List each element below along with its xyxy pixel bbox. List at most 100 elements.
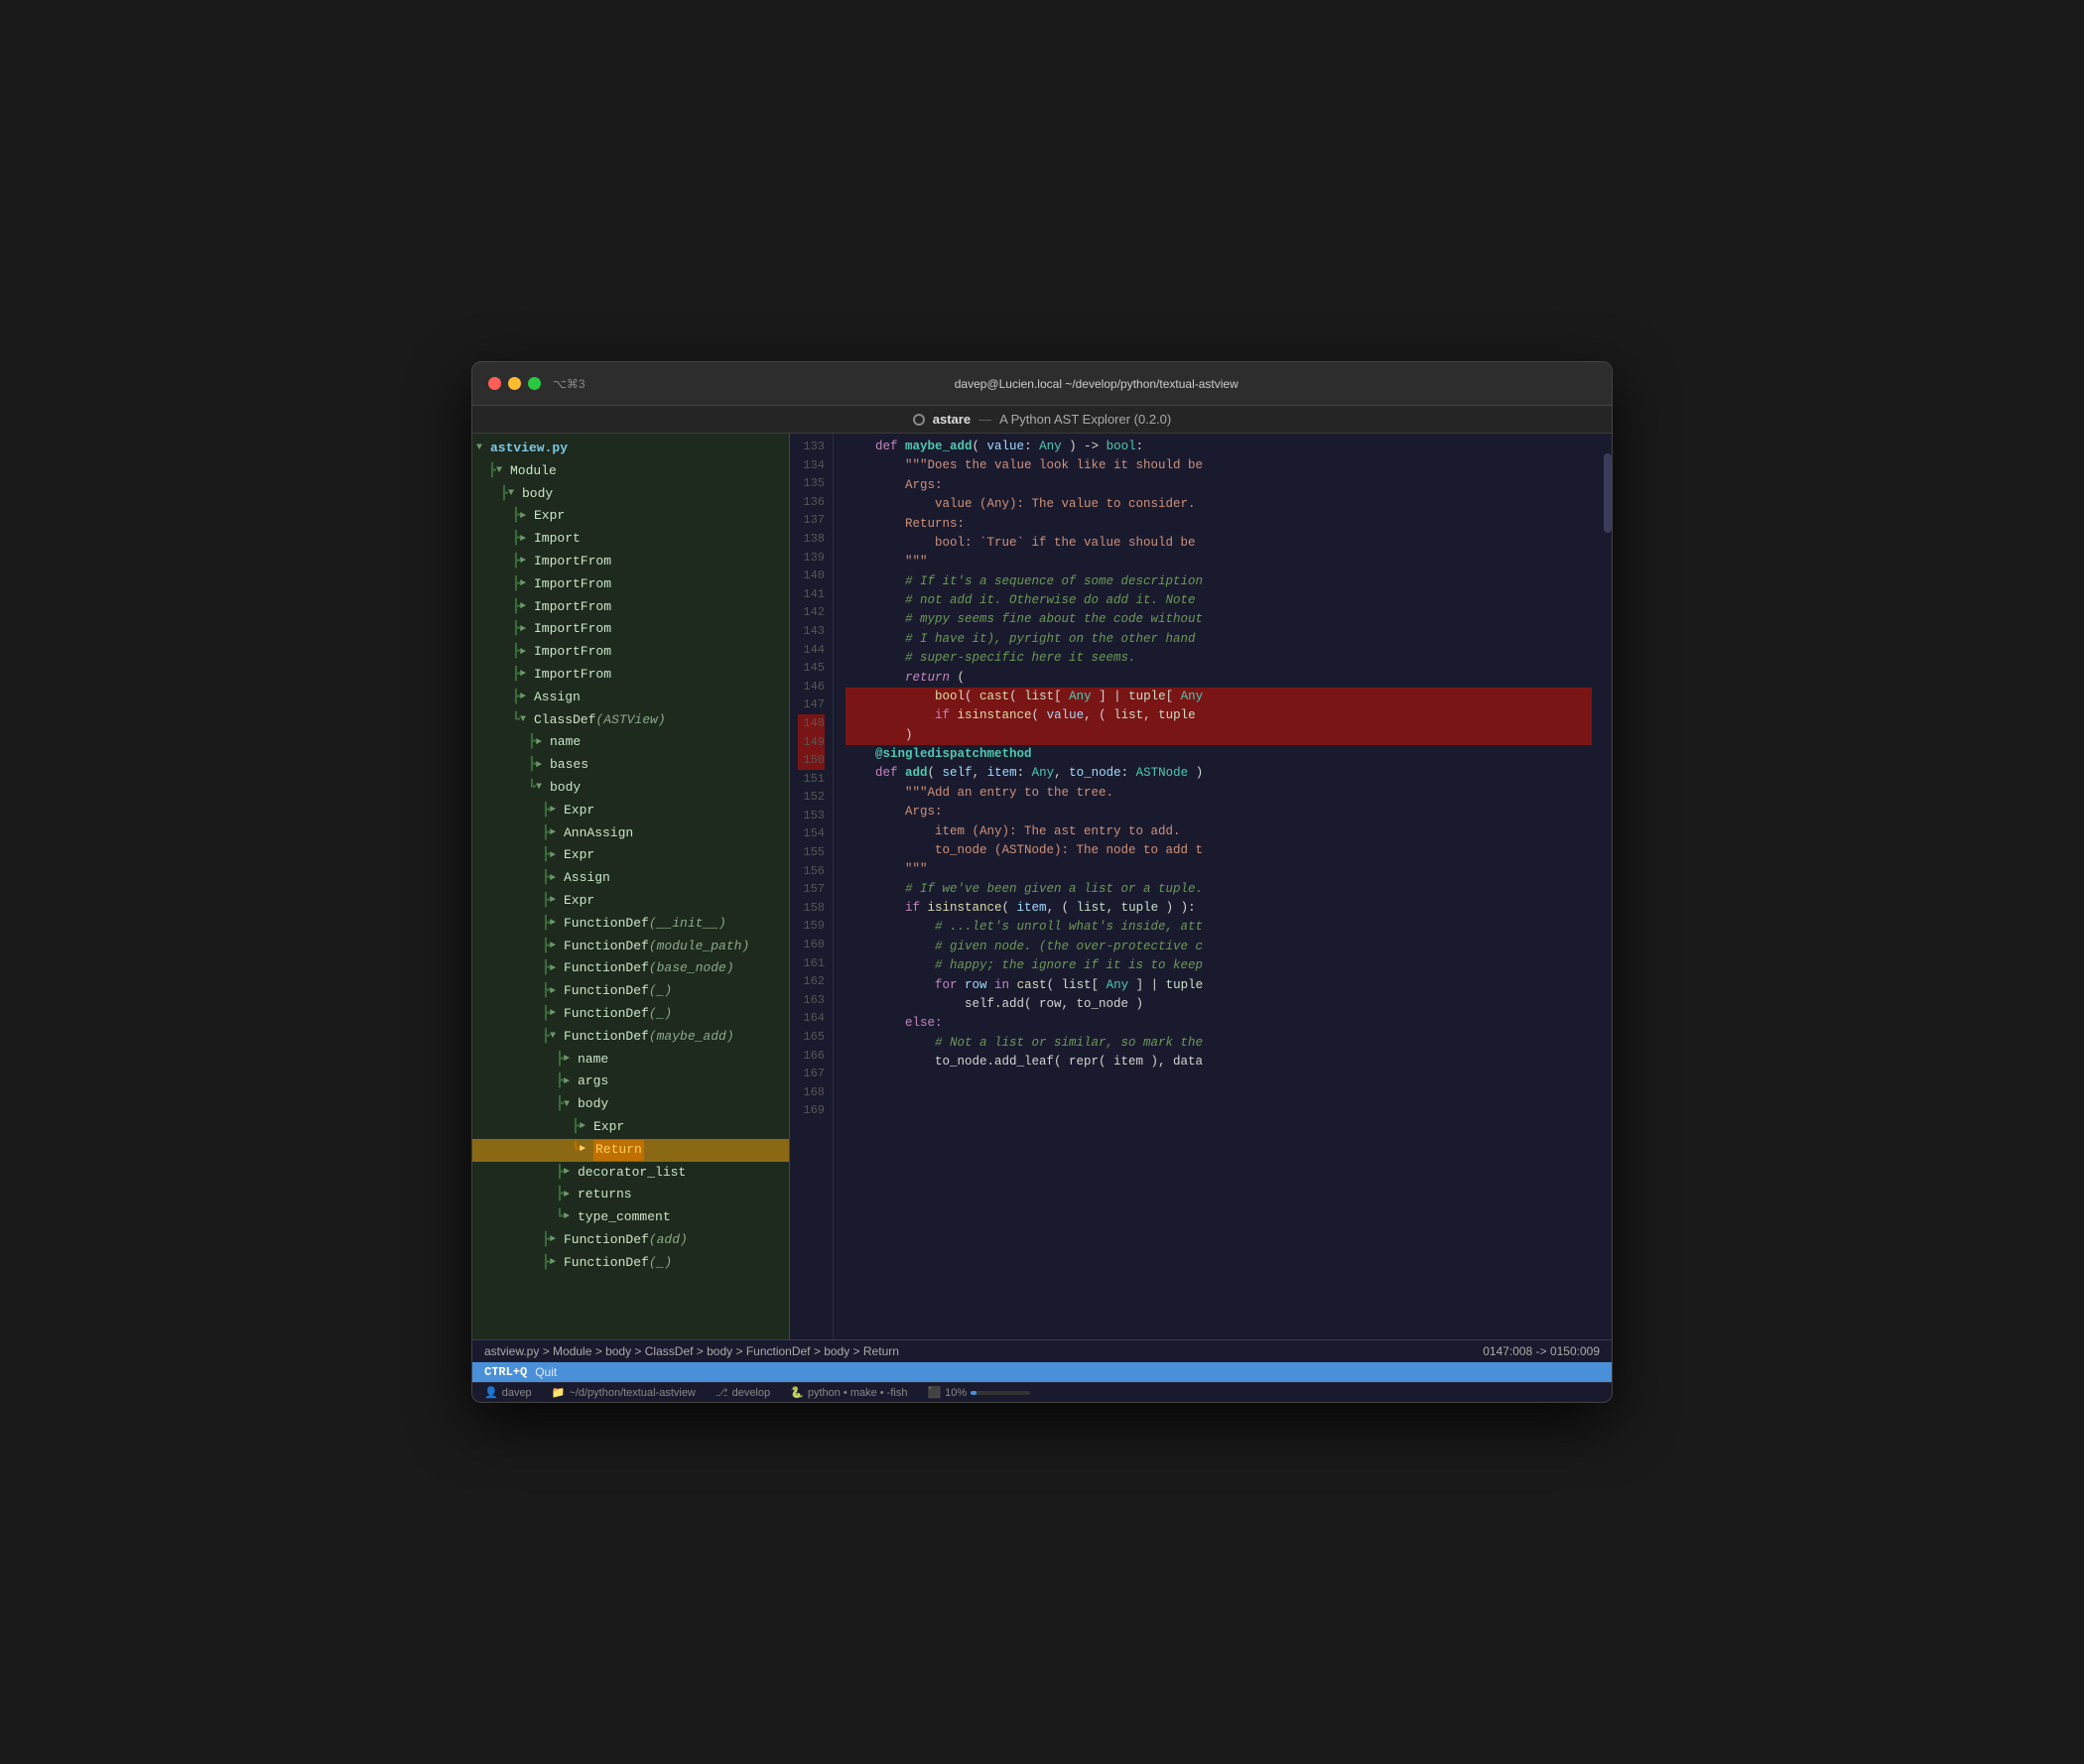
tree-item-returns[interactable]: ┣ ► returns (472, 1184, 789, 1206)
code-line-148: bool( cast( list[ Any ] | tuple[ Any (846, 688, 1592, 706)
tree-expr1-label: Expr (534, 506, 565, 527)
kbd-hint: ⌥⌘3 (553, 377, 586, 391)
code-line-134: """Does the value look like it should be (846, 456, 1592, 475)
tree-item-decoratorlist[interactable]: ┣ ► decorator_list (472, 1162, 789, 1185)
title-bar: ⌥⌘3 davep@Lucien.local ~/develop/python/… (472, 362, 1612, 406)
progress-bar (971, 1391, 1030, 1395)
tree-item-args[interactable]: ┣ ► args (472, 1071, 789, 1093)
tree-item-expr1[interactable]: ┣ ► Expr (472, 505, 789, 528)
tree-item-module[interactable]: ┣ ▼ Module (472, 460, 789, 483)
tree-arrow-file: ▼ (476, 441, 488, 456)
tree-returns-label: returns (578, 1185, 632, 1205)
tree-item-name1[interactable]: ┣ ► name (472, 731, 789, 754)
code-line-167: else: (846, 1014, 1592, 1033)
tree-item-body3[interactable]: ┣ ▼ body (472, 1093, 789, 1116)
tree-item-body1[interactable]: ┣ ▼ body (472, 483, 789, 506)
code-scrollbar-thumb[interactable] (1604, 453, 1612, 533)
tree-classdef-suffix: (ASTView) (595, 710, 665, 731)
branch-item: ⎇ develop (716, 1386, 770, 1399)
tree-item-expr3[interactable]: ┣ ► Expr (472, 844, 789, 867)
tree-item-funcdef-add[interactable]: ┣ ► FunctionDef (add) (472, 1229, 789, 1252)
tree-item-body2[interactable]: ┗ ▼ body (472, 777, 789, 800)
position-text: 0147:008 -> 0150:009 (1483, 1344, 1600, 1358)
tree-item-importfrom2[interactable]: ┣ ► ImportFrom (472, 573, 789, 596)
tree-item-importfrom1[interactable]: ┣ ► ImportFrom (472, 551, 789, 573)
code-line-166: self.add( row, to_node ) (846, 995, 1592, 1014)
tree-decoratorlist-label: decorator_list (578, 1163, 686, 1184)
python-icon: 🐍 (790, 1386, 804, 1399)
tree-body3-label: body (578, 1094, 608, 1115)
tree-annassign-label: AnnAssign (564, 823, 633, 844)
tree-funcdef-under2-label: FunctionDef (564, 1004, 649, 1025)
tree-item-funcdef-under2[interactable]: ┣ ► FunctionDef (_) (472, 1003, 789, 1026)
minimize-button[interactable] (508, 377, 521, 390)
tree-funcdef-basenode-label: FunctionDef (564, 958, 649, 979)
tree-import-label: Import (534, 529, 581, 550)
close-button[interactable] (488, 377, 501, 390)
tree-importfrom3-label: ImportFrom (534, 597, 611, 618)
progress-item: ⬛ 10% (927, 1386, 1030, 1399)
tree-panel[interactable]: ▼ astview.py ┣ ▼ Module ┣ ▼ body ┣ ► Exp… (472, 434, 790, 1339)
tree-item-expr2[interactable]: ┣ ► Expr (472, 800, 789, 822)
tree-item-funcdef-init[interactable]: ┣ ► FunctionDef (__init__) (472, 913, 789, 936)
tree-item-importfrom6[interactable]: ┣ ► ImportFrom (472, 664, 789, 687)
code-line-141: """ (846, 553, 1592, 571)
code-line-160: # If we've been given a list or a tuple. (846, 880, 1592, 899)
tree-expr3-label: Expr (564, 845, 594, 866)
tree-item-name2[interactable]: ┣ ► name (472, 1049, 789, 1071)
line-numbers: 133134135136137 138139140141142 14314414… (790, 434, 834, 1339)
tree-module-label: Module (510, 461, 557, 482)
tree-item-funcdef-under1[interactable]: ┣ ► FunctionDef (_) (472, 980, 789, 1003)
tree-item-funcdef-maybaadd[interactable]: ┣ ▼ FunctionDef (maybe_add) (472, 1026, 789, 1049)
code-line-136: Args: (846, 476, 1592, 495)
tree-item-bases[interactable]: ┣ ► bases (472, 754, 789, 777)
tree-item-expr4[interactable]: ┣ ► Expr (472, 890, 789, 913)
maximize-button[interactable] (528, 377, 541, 390)
bottom-bar: 👤 davep 📁 ~/d/python/textual-astview ⎇ d… (472, 1382, 1612, 1402)
code-line-165: for row in cast( list[ Any ] | tuple (846, 976, 1592, 995)
tree-item-importfrom4[interactable]: ┣ ► ImportFrom (472, 618, 789, 641)
tree-item-annassign[interactable]: ┣ ► AnnAssign (472, 822, 789, 845)
code-line-149: if isinstance( value, ( list, tuple (846, 706, 1592, 725)
tree-item-assign1[interactable]: ┣ ► Assign (472, 687, 789, 709)
tree-importfrom1-label: ImportFrom (534, 552, 611, 572)
main-window: ⌥⌘3 davep@Lucien.local ~/develop/python/… (471, 361, 1613, 1403)
code-lines: def maybe_add( value: Any ) -> bool: """… (834, 434, 1604, 1339)
tree-return-label: Return (593, 1140, 644, 1161)
tree-importfrom5-label: ImportFrom (534, 642, 611, 663)
tree-item-funcdef-basenode[interactable]: ┣ ► FunctionDef (base_node) (472, 957, 789, 980)
tree-typecomment-label: type_comment (578, 1207, 671, 1228)
tree-expr5-label: Expr (593, 1117, 624, 1138)
app-separator: — (978, 412, 991, 427)
code-line-168: # Not a list or similar, so mark the (846, 1034, 1592, 1053)
code-line-143: # not add it. Otherwise do add it. Note (846, 591, 1592, 610)
tree-expr4-label: Expr (564, 891, 594, 912)
tree-item-file[interactable]: ▼ astview.py (472, 438, 789, 460)
tree-item-importfrom3[interactable]: ┣ ► ImportFrom (472, 596, 789, 619)
code-scrollbar[interactable] (1604, 434, 1612, 1339)
tree-funcdef-under1-label: FunctionDef (564, 981, 649, 1002)
tree-importfrom6-label: ImportFrom (534, 665, 611, 686)
tree-item-typecomment[interactable]: ┗ ► type_comment (472, 1206, 789, 1229)
tree-arrow-module: ▼ (496, 463, 508, 479)
tree-item-return[interactable]: ┗ ► Return (472, 1139, 789, 1162)
tree-item-importfrom5[interactable]: ┣ ► ImportFrom (472, 641, 789, 664)
tree-item-funcdef-modulepath[interactable]: ┣ ► FunctionDef (module_path) (472, 936, 789, 958)
python-label: python • make • -fish (808, 1387, 908, 1399)
tree-item-funcdef-under3[interactable]: ┣ ► FunctionDef (_) (472, 1252, 789, 1275)
code-line-161: if isinstance( item, ( list, tuple ) ): (846, 899, 1592, 918)
code-line-164: # happy; the ignore if it is to keep (846, 956, 1592, 975)
tree-importfrom4-label: ImportFrom (534, 619, 611, 640)
tree-arrow-expr1: ► (520, 509, 532, 525)
tree-name2-label: name (578, 1050, 608, 1071)
code-line-157: item (Any): The ast entry to add. (846, 822, 1592, 841)
window-title: davep@Lucien.local ~/develop/python/text… (597, 377, 1596, 391)
code-line-159: """ (846, 860, 1592, 879)
tree-item-assign2[interactable]: ┣ ► Assign (472, 867, 789, 890)
tree-file-label: astview.py (490, 439, 568, 459)
tree-importfrom2-label: ImportFrom (534, 574, 611, 595)
path-item: 📁 ~/d/python/textual-astview (552, 1386, 696, 1399)
tree-item-import[interactable]: ┣ ► Import (472, 528, 789, 551)
tree-item-expr5[interactable]: ┣ ► Expr (472, 1116, 789, 1139)
tree-item-classdef[interactable]: ┗ ▼ ClassDef (ASTView) (472, 709, 789, 732)
